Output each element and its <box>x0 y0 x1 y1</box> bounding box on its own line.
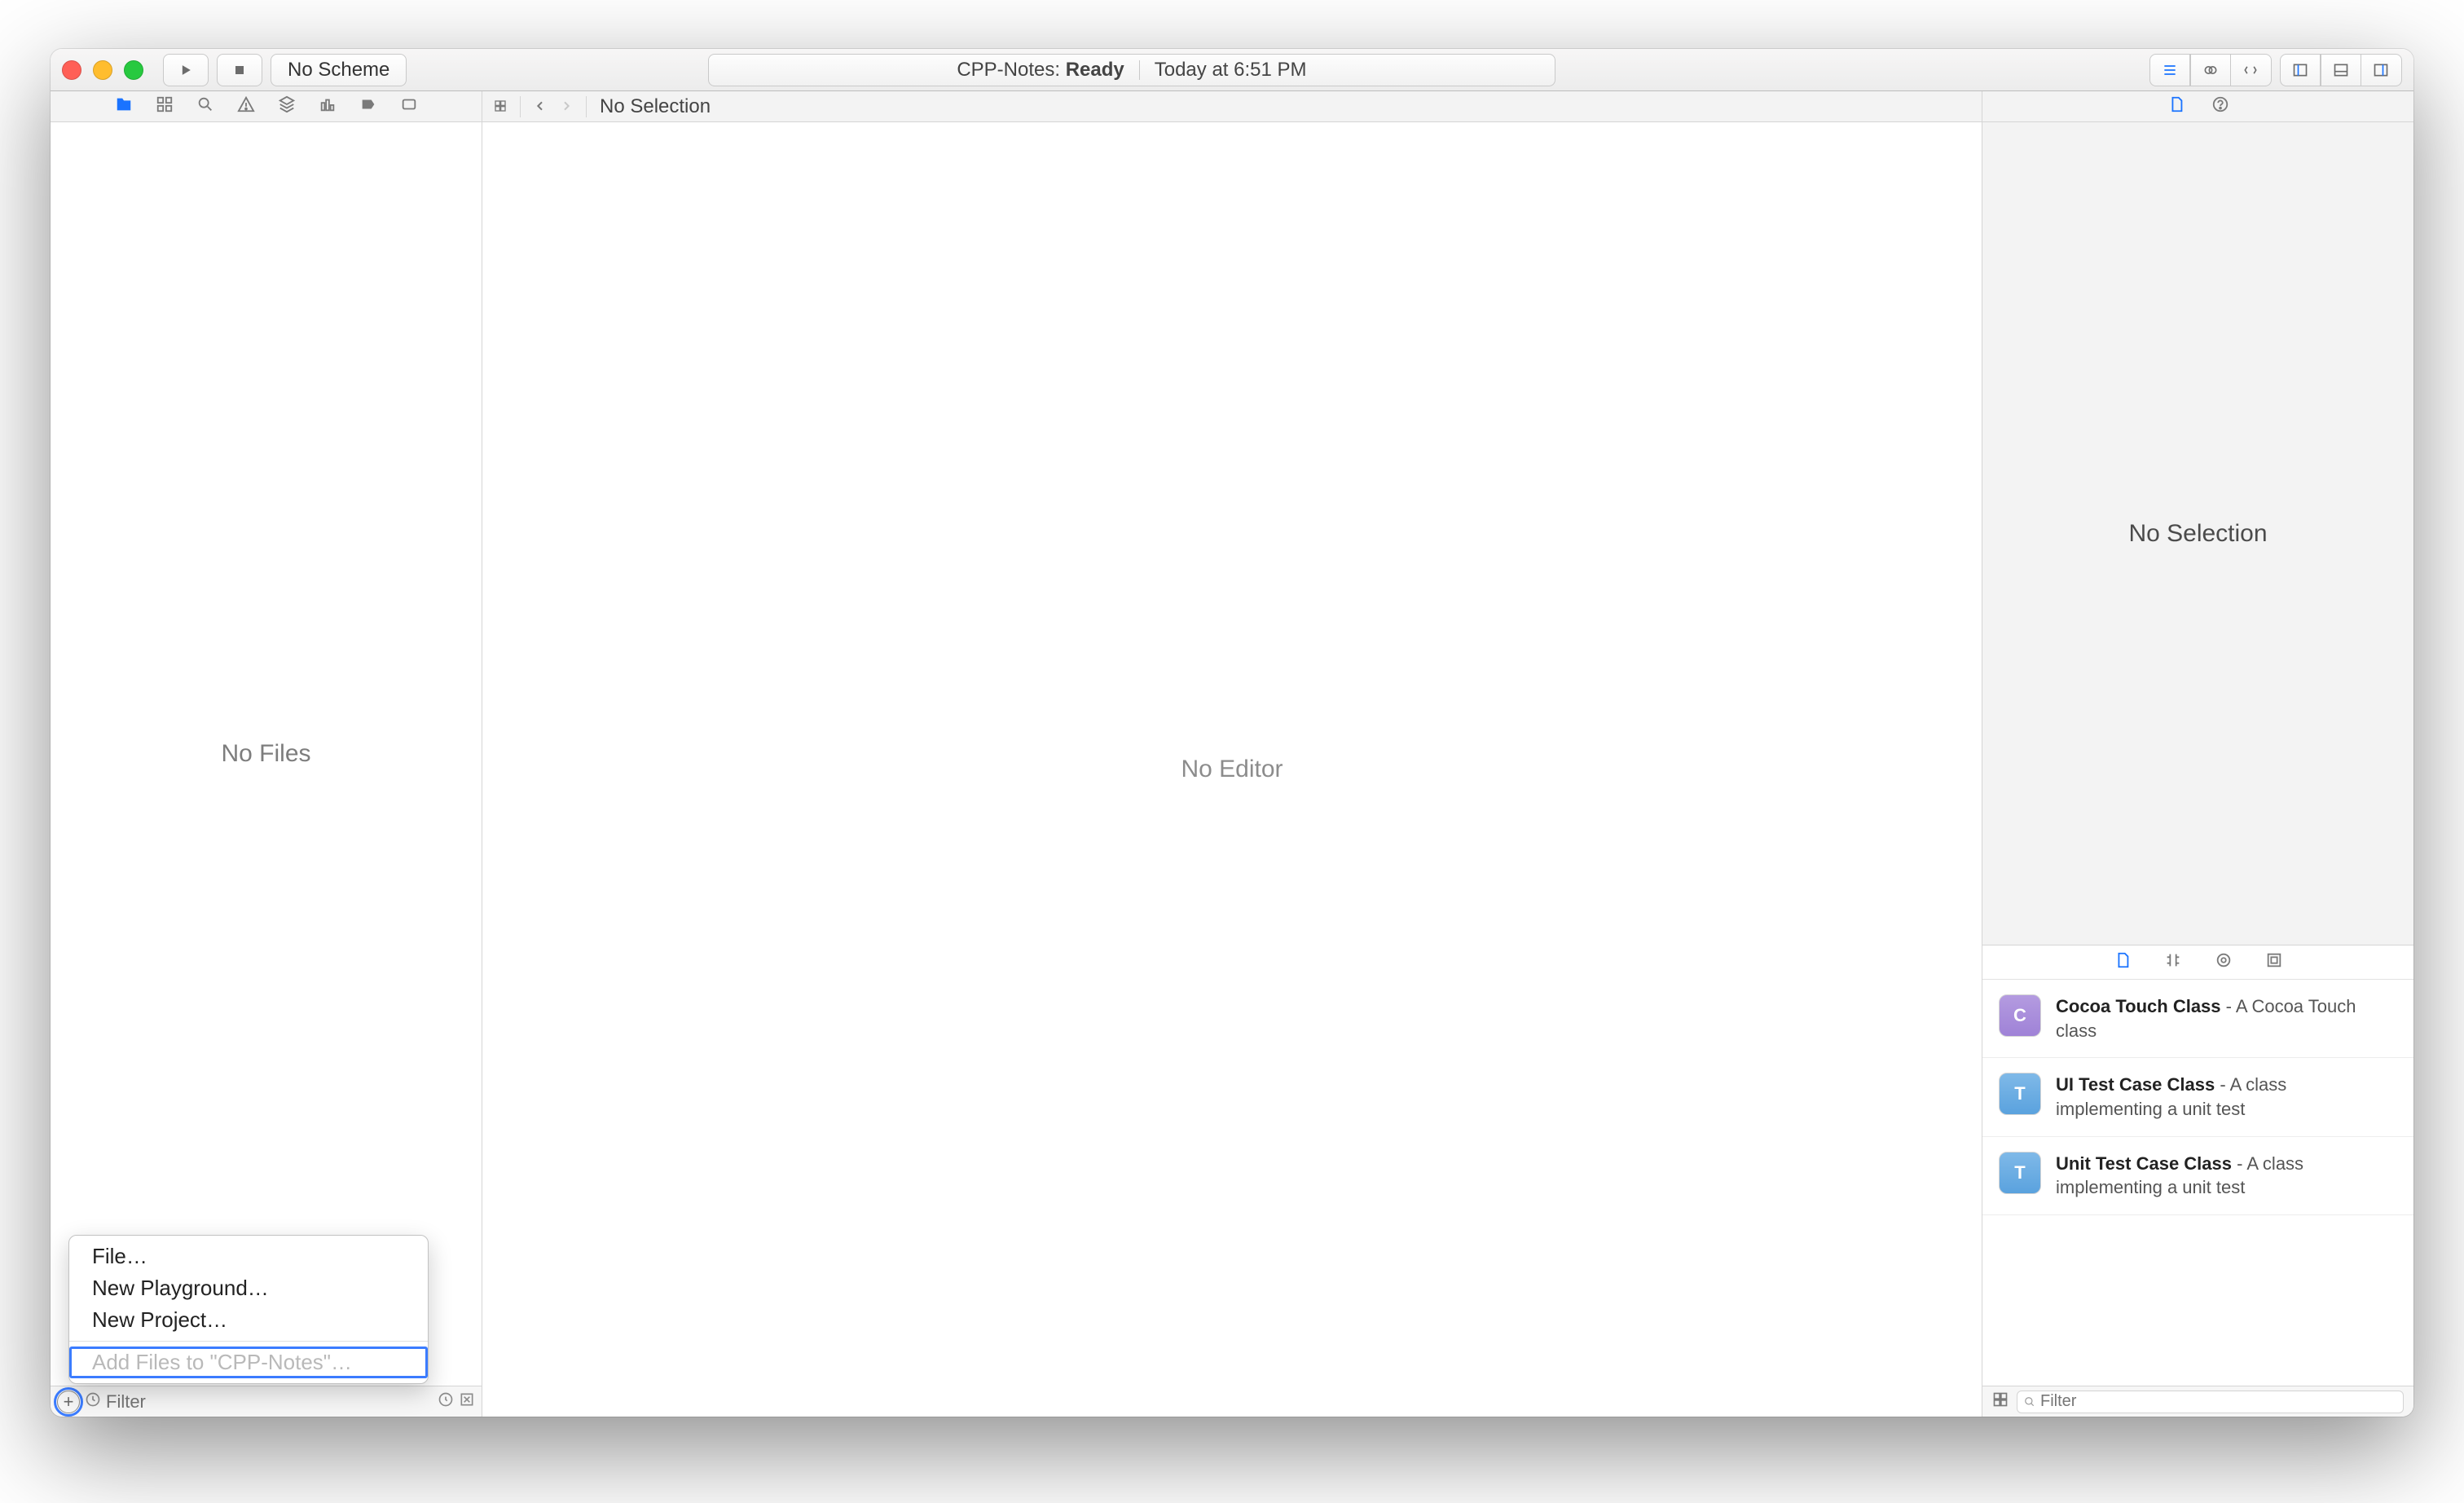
recent-icon[interactable] <box>85 1391 101 1412</box>
related-items-icon[interactable] <box>494 95 507 118</box>
navigator-tabs <box>51 91 482 121</box>
menu-item-new-playground[interactable]: New Playground… <box>69 1272 428 1304</box>
media-library-tab[interactable] <box>2265 951 2283 973</box>
status-time: Today at 6:51 PM <box>1155 59 1307 82</box>
go-back-button[interactable] <box>534 95 547 118</box>
library-footer <box>1982 1386 2413 1417</box>
file-template-library-tab[interactable] <box>2114 951 2132 973</box>
assistant-editor-button[interactable] <box>2190 54 2231 86</box>
toggle-navigator-button[interactable] <box>2280 54 2321 86</box>
editor-empty-label: No Editor <box>1181 756 1283 783</box>
status-project: CPP-Notes: Ready <box>957 59 1124 82</box>
zoom-window-button[interactable] <box>124 60 143 80</box>
go-forward-button[interactable] <box>560 95 573 118</box>
issue-navigator-tab[interactable] <box>237 95 255 117</box>
navigator-footer: + <box>51 1386 482 1417</box>
version-editor-button[interactable] <box>2231 54 2272 86</box>
window-toolbar: No Scheme CPP-Notes: Ready Today at 6:51… <box>51 49 2413 91</box>
editor-pane: No Editor <box>482 122 1982 1417</box>
traffic-lights <box>62 60 143 80</box>
menu-item-new-project[interactable]: New Project… <box>69 1304 428 1336</box>
inspector-empty-label: No Selection <box>2128 520 2267 548</box>
library-item[interactable]: T UI Test Case Class - A class implementi… <box>1982 1058 2413 1136</box>
workspace-panes: No Files File… New Playground… New Proje… <box>51 122 2413 1417</box>
scheme-label: No Scheme <box>288 59 389 82</box>
report-navigator-tab[interactable] <box>400 95 418 117</box>
file-inspector-tab[interactable] <box>2167 95 2185 117</box>
run-button[interactable] <box>163 54 209 86</box>
toggle-debug-area-button[interactable] <box>2321 54 2361 86</box>
library-item-title: UI Test Case Class <box>2056 1074 2215 1095</box>
library-filter-input[interactable] <box>2017 1391 2404 1413</box>
crumb-label: No Selection <box>600 95 711 118</box>
xcode-window: No Scheme CPP-Notes: Ready Today at 6:51… <box>51 49 2413 1417</box>
inspector-empty: No Selection <box>1982 122 2413 945</box>
library-item-text: Cocoa Touch Class - A Cocoa Touch class <box>2056 994 2397 1042</box>
sub-toolbar: No Selection <box>51 91 2413 122</box>
project-navigator-tab[interactable] <box>115 95 133 117</box>
clock-icon[interactable] <box>438 1391 454 1412</box>
library-item[interactable]: C Cocoa Touch Class - A Cocoa Touch class <box>1982 980 2413 1058</box>
toggle-inspector-button[interactable] <box>2361 54 2402 86</box>
library-tabs <box>1982 945 2413 980</box>
object-library-tab[interactable] <box>2215 951 2233 973</box>
menu-item-add-files[interactable]: Add Files to "CPP-Notes"… <box>69 1347 428 1378</box>
template-icon: C <box>1999 994 2041 1037</box>
grid-view-icon[interactable] <box>1992 1391 2009 1412</box>
library-item[interactable]: T Unit Test Case Class - A class implemen… <box>1982 1137 2413 1215</box>
library-item-title: Unit Test Case Class <box>2056 1153 2232 1174</box>
code-snippet-library-tab[interactable] <box>2164 951 2182 973</box>
library-item-text: UI Test Case Class - A class implementin… <box>2056 1073 2397 1121</box>
inspector-tabs <box>1982 91 2413 121</box>
stop-button[interactable] <box>217 54 262 86</box>
scm-filter-icon[interactable] <box>459 1391 475 1412</box>
editor-path-bar: No Selection <box>482 91 1982 121</box>
find-navigator-tab[interactable] <box>196 95 214 117</box>
activity-status-bar: CPP-Notes: Ready Today at 6:51 PM <box>708 54 1555 86</box>
source-control-navigator-tab[interactable] <box>156 95 174 117</box>
quick-help-inspector-tab[interactable] <box>2211 95 2229 117</box>
breakpoint-navigator-tab[interactable] <box>359 95 377 117</box>
minimize-window-button[interactable] <box>93 60 112 80</box>
add-file-context-menu: File… New Playground… New Project… Add F… <box>68 1235 429 1384</box>
add-button[interactable]: + <box>57 1391 80 1413</box>
test-navigator-tab[interactable] <box>278 95 296 117</box>
toolbar-right <box>2149 54 2402 86</box>
library-item-text: Unit Test Case Class - A class implement… <box>2056 1152 2397 1200</box>
navigator-filter-input[interactable] <box>106 1391 433 1413</box>
navigator-body: No Files <box>51 122 482 1386</box>
debug-navigator-tab[interactable] <box>319 95 337 117</box>
navigator-empty-label: No Files <box>221 740 310 768</box>
template-icon: T <box>1999 1152 2041 1194</box>
inspector-pane: No Selection C Cocoa Touch Class - A Coco… <box>1982 122 2413 1417</box>
close-window-button[interactable] <box>62 60 81 80</box>
navigator-pane: No Files File… New Playground… New Proje… <box>51 122 482 1417</box>
library-list[interactable]: C Cocoa Touch Class - A Cocoa Touch class… <box>1982 980 2413 1386</box>
menu-item-file[interactable]: File… <box>69 1241 428 1272</box>
standard-editor-button[interactable] <box>2149 54 2190 86</box>
template-icon: T <box>1999 1073 2041 1115</box>
scheme-selector[interactable]: No Scheme <box>271 54 407 86</box>
library-item-title: Cocoa Touch Class <box>2056 996 2221 1016</box>
menu-separator <box>69 1341 428 1342</box>
